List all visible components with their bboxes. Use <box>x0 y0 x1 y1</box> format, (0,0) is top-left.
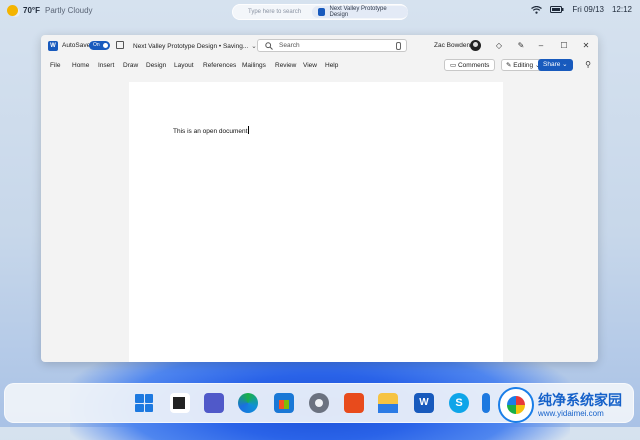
office-icon[interactable] <box>344 393 364 413</box>
comments-label: Comments <box>457 62 490 69</box>
title-bar: W AutoSave On Next Valley Prototype Desi… <box>41 35 598 57</box>
text-cursor <box>248 126 250 134</box>
document-title[interactable]: Next Valley Prototype Design • Saving...… <box>133 42 257 50</box>
store-icon[interactable] <box>274 393 294 413</box>
start-icon[interactable] <box>134 393 154 413</box>
title-search-box[interactable]: Search <box>257 39 407 52</box>
pen-icon[interactable]: ✎ <box>516 41 526 51</box>
watermark-brand: 纯净系统家园 <box>538 392 622 408</box>
top-search-pill[interactable]: Type here to search Next Valley Prototyp… <box>232 4 408 20</box>
tab-draw[interactable]: Draw <box>123 62 138 69</box>
title-search-label: Search <box>279 42 300 49</box>
file-explorer-icon[interactable] <box>378 393 398 413</box>
microphone-icon[interactable] <box>396 42 401 50</box>
diamond-icon[interactable]: ◇ <box>494 41 504 51</box>
unknown-icon[interactable] <box>482 393 490 413</box>
teams-icon[interactable] <box>204 393 224 413</box>
tab-view[interactable]: View <box>303 62 317 69</box>
tab-mailings[interactable]: Mailings <box>242 62 266 69</box>
tab-layout[interactable]: Layout <box>174 62 194 69</box>
ribbon-tabs: File Home Insert Draw Design Layout Refe… <box>41 57 598 75</box>
top-status-bar: 70°F Partly Cloudy Type here to search N… <box>0 0 640 24</box>
document-title-text: Next Valley Prototype Design • Saving... <box>133 43 249 50</box>
battery-icon[interactable] <box>550 6 564 13</box>
word-logo-icon: W <box>48 41 58 51</box>
tab-review[interactable]: Review <box>275 62 296 69</box>
top-search-placeholder: Type here to search <box>248 9 302 15</box>
edge-icon[interactable] <box>238 393 258 413</box>
save-icon[interactable] <box>116 41 124 49</box>
tab-design[interactable]: Design <box>146 62 166 69</box>
avatar[interactable] <box>470 40 481 51</box>
tab-insert[interactable]: Insert <box>98 62 114 69</box>
active-app-chip[interactable]: Next Valley Prototype Design <box>312 6 408 18</box>
tab-home[interactable]: Home <box>72 62 89 69</box>
word-icon <box>318 8 326 16</box>
skype-icon[interactable]: S <box>449 393 469 413</box>
word-icon[interactable]: W <box>414 393 434 413</box>
weather-condition: Partly Cloudy <box>44 6 93 15</box>
clock-date[interactable]: Fri 09/13 <box>572 5 604 14</box>
weather-icon <box>7 5 18 16</box>
document-body-text: This is an open document <box>173 128 248 135</box>
weather-temp: 70°F <box>23 6 40 15</box>
clock-time[interactable]: 12:12 <box>612 5 632 14</box>
tab-help[interactable]: Help <box>325 62 338 69</box>
tab-references[interactable]: References <box>203 62 236 69</box>
editing-label: Editing <box>513 62 534 69</box>
chevron-down-icon: ⌄ <box>251 43 257 50</box>
watermark: 纯净系统家园 www.yidaimei.com <box>498 387 636 423</box>
pin-icon[interactable]: ⚲ <box>583 60 593 70</box>
word-window: W AutoSave On Next Valley Prototype Desi… <box>41 35 598 362</box>
task-view-icon[interactable] <box>170 393 190 413</box>
comment-icon: ▭ <box>450 62 457 69</box>
close-icon[interactable]: ✕ <box>581 41 591 51</box>
wifi-icon[interactable] <box>531 5 543 14</box>
active-app-label: Next Valley Prototype Design <box>329 6 387 18</box>
comments-button[interactable]: ▭ Comments <box>444 59 496 71</box>
maximize-icon[interactable]: ☐ <box>559 41 569 51</box>
tab-file[interactable]: File <box>50 62 60 69</box>
watermark-url: www.yidaimei.com <box>538 409 604 418</box>
weather-widget[interactable]: 70°F Partly Cloudy <box>7 5 93 16</box>
document-text[interactable]: This is an open document <box>173 126 250 135</box>
share-label: Share <box>543 61 561 68</box>
document-page[interactable]: This is an open document <box>129 82 503 362</box>
settings-icon[interactable] <box>309 393 329 413</box>
share-chevron-icon: ⌄ <box>562 61 568 68</box>
user-name[interactable]: Zac Bowden <box>434 42 470 49</box>
editing-pen-icon: ✎ <box>506 62 512 69</box>
watermark-logo-icon <box>498 387 534 423</box>
autosave-toggle[interactable]: On <box>89 41 110 50</box>
search-icon <box>265 42 273 50</box>
minimize-icon[interactable]: – <box>536 41 546 51</box>
share-button[interactable]: Share ⌄ <box>538 59 573 71</box>
autosave-label: AutoSave <box>62 42 91 49</box>
system-tray: Fri 09/13 12:12 <box>531 5 632 14</box>
